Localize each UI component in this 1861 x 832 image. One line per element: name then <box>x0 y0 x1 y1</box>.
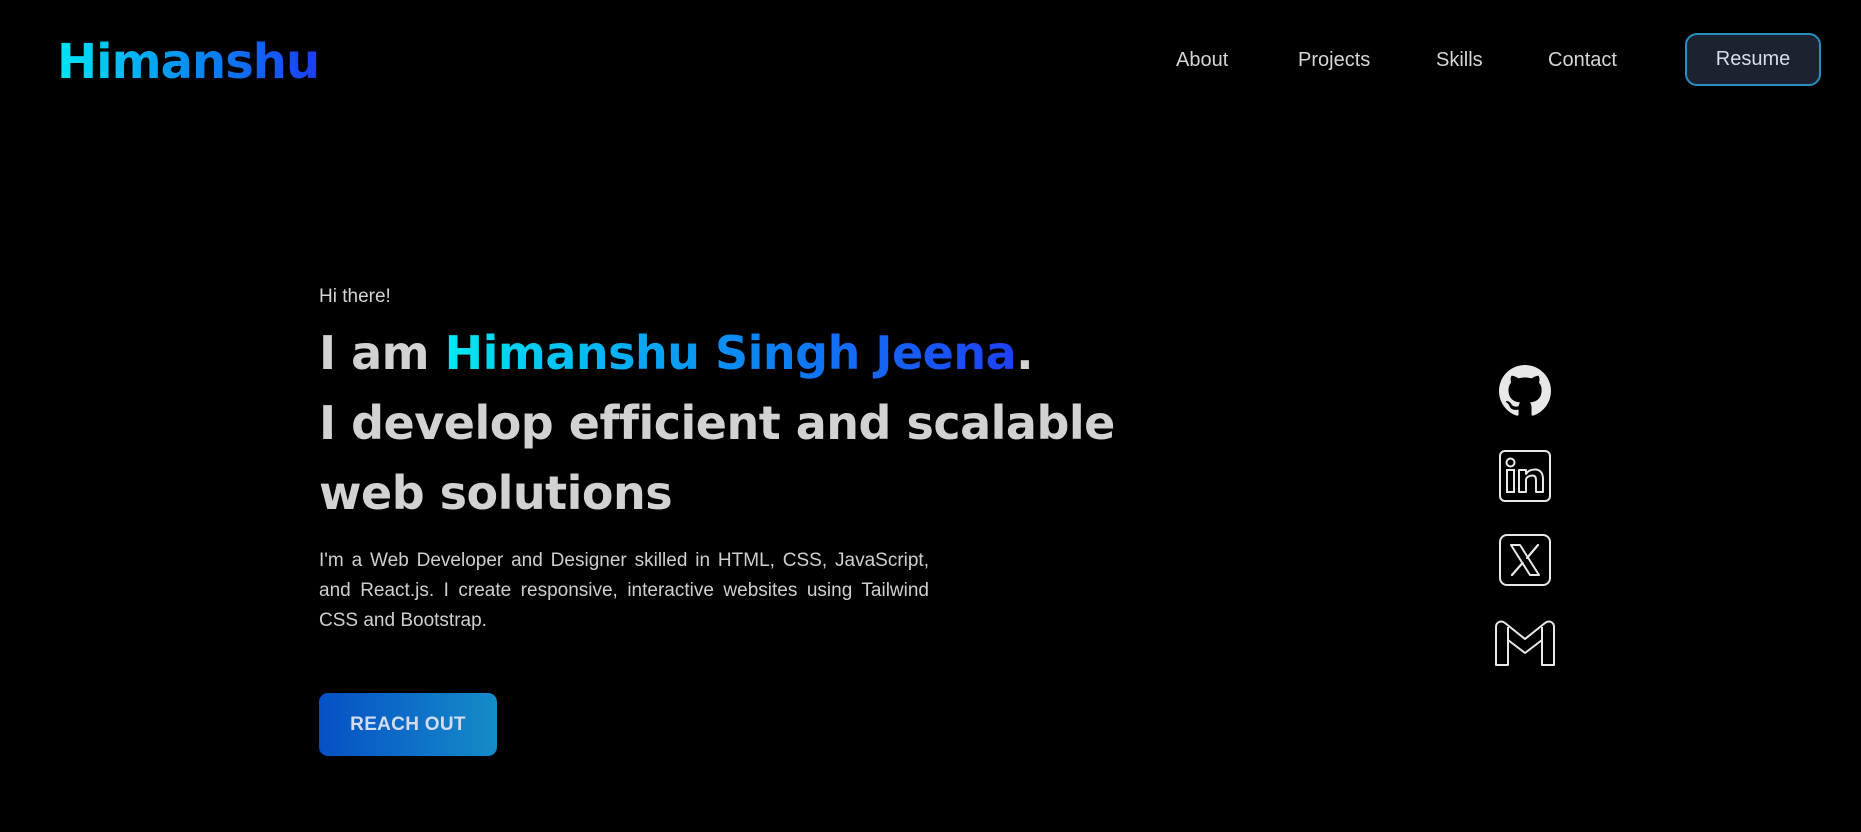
intro-suffix: . <box>1016 326 1034 380</box>
hero-description: I'm a Web Developer and Designer skilled… <box>319 550 929 631</box>
tagline-line2: web solutions <box>319 466 673 520</box>
nav-about[interactable]: About <box>1176 44 1228 76</box>
linkedin-link[interactable] <box>1494 445 1556 507</box>
linkedin-icon <box>1499 450 1551 502</box>
reach-out-button[interactable]: REACH OUT <box>319 693 497 756</box>
tagline-line1: I develop efficient and scalable <box>319 396 1115 450</box>
intro-prefix: I am <box>319 326 445 380</box>
site-logo[interactable]: Himanshu <box>57 30 320 94</box>
hero-headline: I am Himanshu Singh Jeena. I develop eff… <box>319 318 1139 528</box>
nav-contact[interactable]: Contact <box>1548 44 1617 76</box>
intro-line: I am Himanshu Singh Jeena. <box>319 318 1139 388</box>
nav-skills[interactable]: Skills <box>1436 44 1483 76</box>
gmail-link[interactable] <box>1494 613 1556 675</box>
gmail-icon <box>1495 620 1555 666</box>
resume-button[interactable]: Resume <box>1685 33 1821 86</box>
hero-name: Himanshu Singh Jeena <box>444 326 1017 380</box>
github-icon <box>1499 365 1551 416</box>
x-link[interactable] <box>1494 529 1556 591</box>
github-link[interactable] <box>1494 360 1556 422</box>
greeting: Hi there! <box>319 286 391 307</box>
x-twitter-icon <box>1499 534 1551 586</box>
nav-projects[interactable]: Projects <box>1298 44 1370 76</box>
